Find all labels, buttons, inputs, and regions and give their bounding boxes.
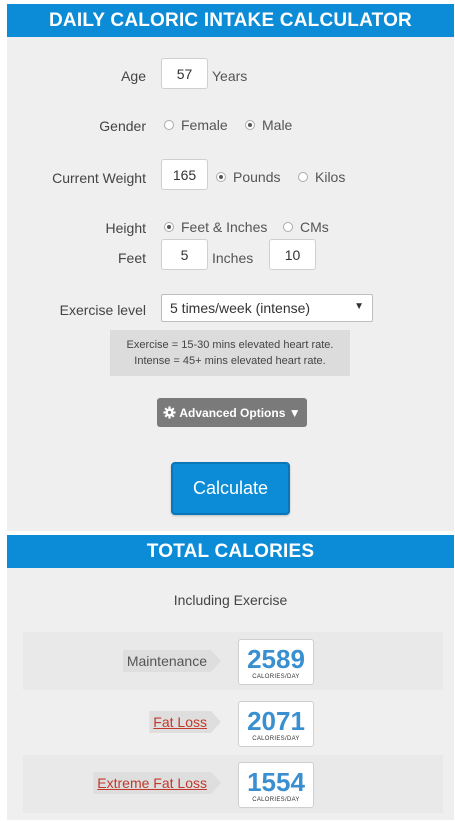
- weight-pounds-label: Pounds: [233, 169, 281, 185]
- calculator-form: [7, 37, 454, 531]
- result-row-maintenance: Maintenance 2589 CALORIES/DAY: [23, 632, 443, 690]
- feet-label: Feet: [117, 250, 146, 266]
- radio-female-icon: [164, 120, 174, 130]
- result-row-fat-loss: Fat Loss 2071 CALORIES/DAY: [23, 694, 443, 752]
- radio-feet-inches-icon: [164, 222, 174, 232]
- extreme-fat-loss-tag: Extreme Fat Loss: [93, 772, 221, 794]
- height-cms-radio[interactable]: CMs: [283, 219, 329, 235]
- results-title: TOTAL CALORIES: [7, 535, 454, 568]
- age-input[interactable]: 57: [161, 58, 208, 89]
- height-label: Height: [105, 220, 146, 236]
- height-feet-inches-radio[interactable]: Feet & Inches: [164, 219, 267, 235]
- age-unit: Years: [212, 68, 248, 84]
- maintenance-value: 2589: [247, 644, 305, 674]
- fat-loss-link[interactable]: Fat Loss: [153, 714, 207, 730]
- exercise-note: Exercise = 15-30 mins elevated heart rat…: [110, 330, 350, 376]
- weight-label: Current Weight: [52, 170, 146, 186]
- height-cms-label: CMs: [300, 219, 329, 235]
- gear-icon: [163, 406, 176, 419]
- feet-input[interactable]: 5: [161, 239, 208, 270]
- gender-female-radio[interactable]: Female: [164, 117, 228, 133]
- extreme-fat-loss-unit: CALORIES/DAY: [252, 797, 300, 803]
- gender-male-radio[interactable]: Male: [245, 117, 292, 133]
- inches-input[interactable]: 10: [269, 239, 316, 270]
- radio-kilos-icon: [298, 172, 308, 182]
- gender-female-label: Female: [181, 117, 228, 133]
- exercise-label: Exercise level: [59, 302, 146, 318]
- radio-pounds-icon: [216, 172, 226, 182]
- fat-loss-unit: CALORIES/DAY: [252, 736, 300, 742]
- maintenance-tag: Maintenance: [123, 650, 221, 672]
- extreme-fat-loss-link[interactable]: Extreme Fat Loss: [97, 775, 207, 791]
- weight-pounds-radio[interactable]: Pounds: [216, 169, 280, 185]
- extreme-fat-loss-calories: 1554 CALORIES/DAY: [238, 762, 314, 808]
- maintenance-unit: CALORIES/DAY: [252, 674, 300, 680]
- advanced-options-button[interactable]: Advanced Options ▼: [157, 398, 307, 427]
- inches-label: Inches: [212, 250, 254, 266]
- weight-kilos-radio[interactable]: Kilos: [298, 169, 345, 185]
- maintenance-calories: 2589 CALORIES/DAY: [238, 639, 314, 685]
- fat-loss-calories: 2071 CALORIES/DAY: [238, 701, 314, 747]
- gender-label: Gender: [99, 118, 146, 134]
- radio-male-icon: [245, 120, 255, 130]
- dropdown-caret-icon: ▼: [354, 301, 364, 312]
- calculate-button[interactable]: Calculate: [171, 462, 290, 515]
- height-feet-inches-label: Feet & Inches: [181, 219, 268, 235]
- results-subtitle: Including Exercise: [173, 592, 288, 608]
- result-row-extreme-fat-loss: Extreme Fat Loss 1554 CALORIES/DAY: [23, 755, 443, 813]
- advanced-options-label: Advanced Options ▼: [179, 405, 301, 420]
- exercise-note-line-2: Intense = 45+ mins elevated heart rate.: [134, 355, 326, 367]
- extreme-fat-loss-value: 1554: [247, 767, 305, 797]
- fat-loss-value: 2071: [247, 706, 305, 736]
- fat-loss-tag: Fat Loss: [149, 711, 221, 733]
- maintenance-label: Maintenance: [126, 653, 207, 669]
- calculator-title: DAILY CALORIC INTAKE CALCULATOR: [7, 4, 454, 37]
- weight-kilos-label: Kilos: [315, 169, 346, 185]
- radio-cms-icon: [283, 222, 293, 232]
- exercise-level-value: 5 times/week (intense): [170, 300, 311, 316]
- age-label: Age: [121, 68, 146, 84]
- exercise-note-line-1: Exercise = 15-30 mins elevated heart rat…: [126, 339, 334, 351]
- weight-input[interactable]: 165: [161, 159, 208, 190]
- gender-male-label: Male: [262, 117, 293, 133]
- exercise-level-select[interactable]: 5 times/week (intense) ▼: [161, 294, 373, 322]
